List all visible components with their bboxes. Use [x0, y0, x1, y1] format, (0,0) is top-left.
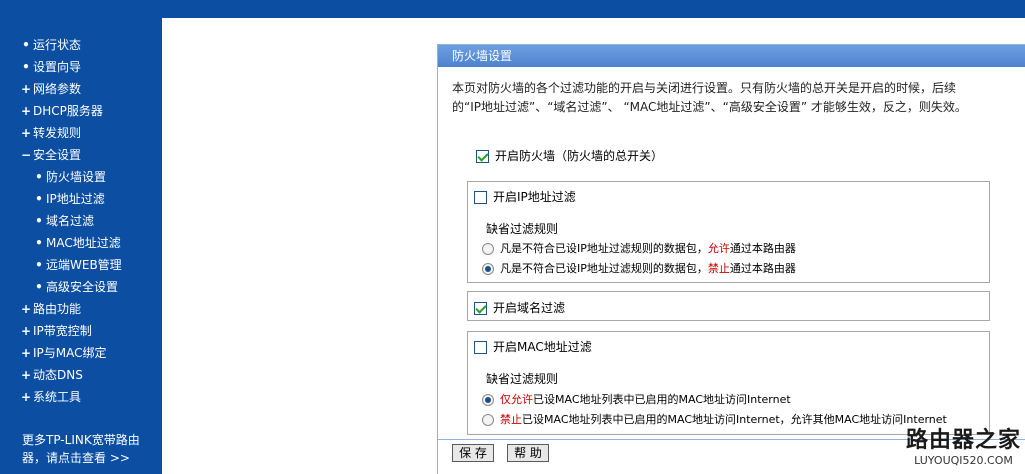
mac-rule-allow-text: 已设MAC地址列表中已启用的MAC地址访问Internet	[533, 393, 791, 406]
mac-rule-deny-radio[interactable]	[482, 414, 494, 426]
ip-filter-checkbox[interactable]	[474, 191, 487, 204]
sidebar-item-system-tools[interactable]: + 系统工具	[0, 386, 162, 408]
mac-rule-deny-keyword: 禁止	[500, 413, 522, 426]
ip-filter-label: 开启IP地址过滤	[493, 190, 576, 204]
ip-default-rule-title: 缺省过滤规则	[486, 222, 559, 236]
firewall-settings-panel: 防火墙设置 本页对防火墙的各个过滤功能的开启与关闭进行设置。只有防火墙的总开关是…	[437, 44, 1025, 474]
mac-filter-toggle[interactable]: 开启MAC地址过滤	[474, 338, 592, 355]
help-button[interactable]: 帮 助	[507, 444, 549, 462]
sidebar-nav: • 运行状态 • 设置向导 + 网络参数 + DHCP服务器 + 转发规则 − 安全设置 •…	[0, 34, 162, 408]
ip-rule-allow-text: 凡是不符合已设IP地址过滤规则的数据包，	[500, 242, 708, 255]
sidebar: • 运行状态 • 设置向导 + 网络参数 + DHCP服务器 + 转发规则 − 安全设置 •…	[0, 18, 162, 474]
ip-rule-allow-option[interactable]: 凡是不符合已设IP地址过滤规则的数据包，允许通过本路由器	[482, 240, 796, 256]
watermark-url: LUYOUQI520.COM	[914, 454, 1013, 467]
ip-rule-deny-keyword: 禁止	[707, 262, 730, 275]
expand-icon: +	[21, 346, 32, 360]
domain-filter-checkbox[interactable]	[474, 302, 487, 315]
sidebar-item-ddns[interactable]: + 动态DNS	[0, 364, 162, 386]
sidebar-item-routing[interactable]: + 路由功能	[0, 298, 162, 320]
bullet-icon: •	[35, 214, 43, 228]
sidebar-item-forwarding[interactable]: + 转发规则	[0, 122, 162, 144]
expand-icon: +	[21, 368, 32, 382]
more-products-line1: 更多TP-LINK宽带路由	[22, 433, 140, 447]
sidebar-item-ip-mac-binding[interactable]: + IP与MAC绑定	[0, 342, 162, 364]
bullet-icon: •	[35, 280, 43, 294]
domain-filter-group: 开启域名过滤	[467, 291, 990, 321]
bullet-icon: •	[22, 38, 30, 52]
sidebar-item-firewall[interactable]: • 防火墙设置	[0, 166, 162, 188]
mac-filter-group: 开启MAC地址过滤 缺省过滤规则 仅允许已设MAC地址列表中已启用的MAC地址访…	[467, 331, 990, 435]
watermark-logo: 路由器之家 LUYOUQI520.COM	[902, 428, 1025, 474]
watermark-title: 路由器之家	[905, 428, 1021, 453]
sidebar-item-mac-filter[interactable]: • MAC地址过滤	[0, 232, 162, 254]
mac-filter-label: 开启MAC地址过滤	[493, 340, 592, 354]
ip-rule-deny-suffix: 通过本路由器	[729, 262, 796, 275]
domain-filter-toggle[interactable]: 开启域名过滤	[474, 299, 565, 316]
ip-rule-allow-keyword: 允许	[707, 242, 730, 255]
sidebar-item-network[interactable]: + 网络参数	[0, 78, 162, 100]
bullet-icon: •	[35, 170, 43, 184]
expand-icon: +	[21, 390, 32, 404]
ip-rule-deny-text: 凡是不符合已设IP地址过滤规则的数据包，	[500, 262, 708, 275]
mac-default-rule-title: 缺省过滤规则	[486, 372, 559, 386]
bullet-icon: •	[35, 236, 43, 250]
sidebar-item-dhcp[interactable]: + DHCP服务器	[0, 100, 162, 122]
expand-icon: +	[21, 82, 32, 96]
firewall-master-checkbox[interactable]	[476, 150, 489, 163]
firewall-master-label: 开启防火墙（防火墙的总开关）	[495, 149, 664, 163]
sidebar-item-status[interactable]: • 运行状态	[0, 34, 162, 56]
more-products-line2: 器，请点击查看 >>	[22, 451, 130, 465]
ip-rule-allow-suffix: 通过本路由器	[729, 242, 796, 255]
panel-description: 本页对防火墙的各个过滤功能的开启与关闭进行设置。只有防火墙的总开关是开启的时候，…	[452, 81, 967, 114]
top-banner	[0, 0, 1025, 18]
sidebar-item-security[interactable]: − 安全设置	[0, 144, 162, 166]
mac-rule-allow-keyword: 仅允许	[500, 393, 533, 406]
bullet-icon: •	[35, 192, 43, 206]
sidebar-item-advanced-security[interactable]: • 高级安全设置	[0, 276, 162, 298]
collapse-icon: −	[21, 148, 32, 162]
ip-rule-deny-option[interactable]: 凡是不符合已设IP地址过滤规则的数据包，禁止通过本路由器	[482, 260, 796, 276]
mac-rule-deny-text: 已设MAC地址列表中已启用的MAC地址访问Internet，允许其他MAC地址访…	[522, 413, 947, 426]
mac-rule-allow-option[interactable]: 仅允许已设MAC地址列表中已启用的MAC地址访问Internet	[482, 391, 791, 407]
sidebar-item-domain-filter[interactable]: • 域名过滤	[0, 210, 162, 232]
mac-rule-deny-option[interactable]: 禁止已设MAC地址列表中已启用的MAC地址访问Internet，允许其他MAC地…	[482, 411, 947, 427]
ip-rule-deny-radio[interactable]	[482, 263, 494, 275]
bullet-icon: •	[35, 258, 43, 272]
expand-icon: +	[21, 126, 32, 140]
domain-filter-label: 开启域名过滤	[493, 301, 566, 315]
expand-icon: +	[21, 302, 32, 316]
save-button[interactable]: 保 存	[452, 444, 494, 462]
ip-filter-group: 开启IP地址过滤 缺省过滤规则 凡是不符合已设IP地址过滤规则的数据包，允许通过…	[467, 181, 990, 283]
expand-icon: +	[21, 324, 32, 338]
panel-title: 防火墙设置	[438, 45, 1025, 67]
expand-icon: +	[21, 104, 32, 118]
more-products-link[interactable]: 更多TP-LINK宽带路由 器，请点击查看 >>	[22, 431, 152, 467]
mac-rule-allow-radio[interactable]	[482, 394, 494, 406]
sidebar-item-bandwidth[interactable]: + IP带宽控制	[0, 320, 162, 342]
sidebar-item-wizard[interactable]: • 设置向导	[0, 56, 162, 78]
firewall-master-switch[interactable]: 开启防火墙（防火墙的总开关）	[476, 147, 663, 164]
sidebar-item-remote-web[interactable]: • 远端WEB管理	[0, 254, 162, 276]
mac-filter-checkbox[interactable]	[474, 341, 487, 354]
ip-rule-allow-radio[interactable]	[482, 243, 494, 255]
ip-filter-toggle[interactable]: 开启IP地址过滤	[474, 188, 576, 205]
sidebar-item-ip-filter[interactable]: • IP地址过滤	[0, 188, 162, 210]
bullet-icon: •	[22, 60, 30, 74]
